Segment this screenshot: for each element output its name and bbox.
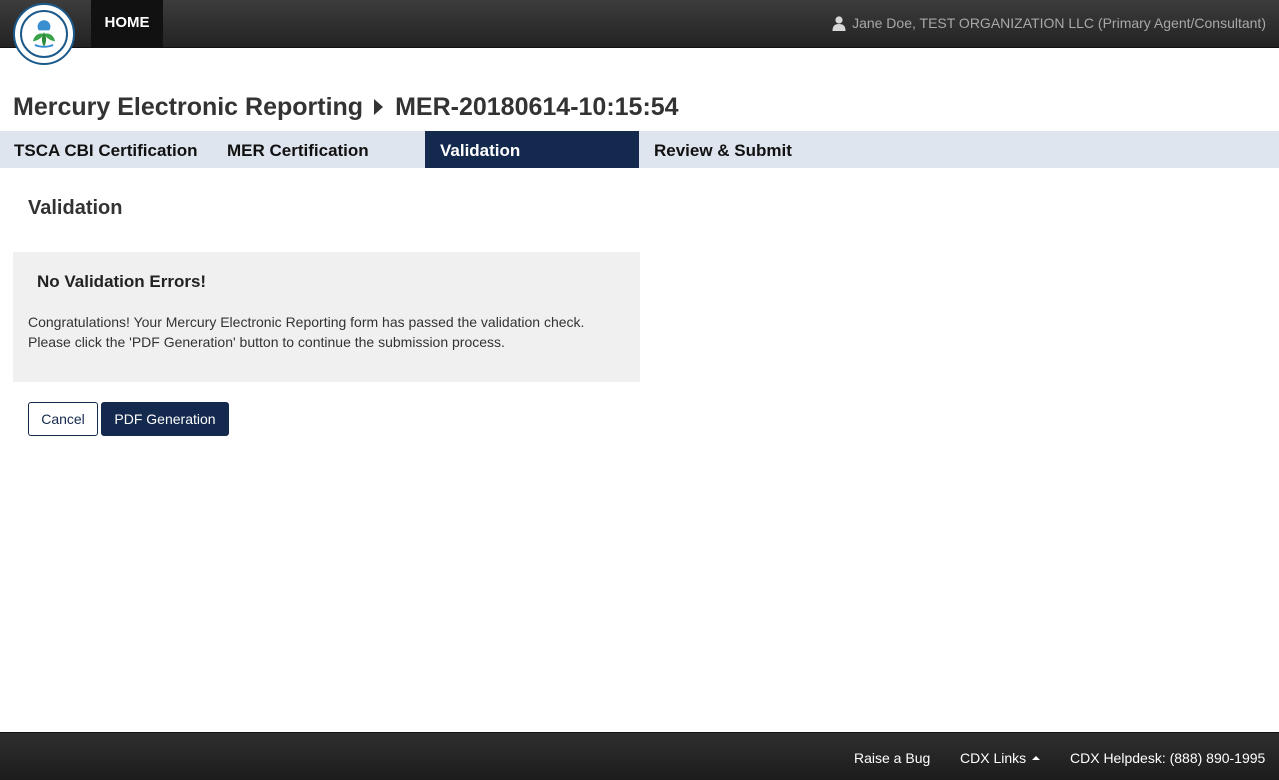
- user-name-label: Jane Doe, TEST ORGANIZATION LLC (Primary…: [852, 15, 1266, 31]
- cdx-helpdesk-link[interactable]: CDX Helpdesk: (888) 890-1995: [1070, 733, 1265, 780]
- tab-review-submit[interactable]: Review & Submit: [654, 131, 792, 168]
- record-id: MER-20180614-10:15:54: [395, 92, 679, 121]
- footer: Raise a Bug CDX Links CDX Helpdesk: (888…: [0, 732, 1279, 780]
- caret-right-icon: [374, 99, 384, 115]
- app-title: Mercury Electronic Reporting: [13, 92, 364, 121]
- cdx-links-menu[interactable]: CDX Links: [960, 733, 1041, 780]
- user-icon: [832, 15, 846, 31]
- cancel-button[interactable]: Cancel: [28, 402, 98, 436]
- step-tabs: TSCA CBI Certification MER Certification…: [0, 131, 1279, 168]
- top-navbar: HOME Jane Doe, TEST ORGANIZATION LLC (Pr…: [0, 0, 1279, 48]
- epa-seal-logo[interactable]: [13, 3, 75, 65]
- validation-message-panel: No Validation Errors! Congratulations! Y…: [13, 252, 640, 382]
- message-line-2: Please click the 'PDF Generation' button…: [28, 334, 505, 350]
- page-title: Mercury Electronic Reporting MER-2018061…: [13, 92, 679, 122]
- tab-validation[interactable]: Validation: [425, 131, 639, 168]
- message-line-1: Congratulations! Your Mercury Electronic…: [28, 314, 585, 330]
- raise-bug-link[interactable]: Raise a Bug: [854, 733, 930, 780]
- user-account[interactable]: Jane Doe, TEST ORGANIZATION LLC (Primary…: [832, 0, 1266, 46]
- message-body: Congratulations! Your Mercury Electronic…: [28, 312, 584, 352]
- home-nav-link[interactable]: HOME: [91, 0, 163, 48]
- message-heading: No Validation Errors!: [37, 272, 207, 291]
- section-title: Validation: [28, 197, 123, 219]
- caret-up-icon: [1032, 756, 1041, 760]
- pdf-generation-button[interactable]: PDF Generation: [101, 402, 229, 436]
- cdx-links-label: CDX Links: [960, 750, 1027, 766]
- tab-mer-certification[interactable]: MER Certification: [227, 131, 369, 168]
- tab-tsca-cbi-certification[interactable]: TSCA CBI Certification: [14, 131, 198, 168]
